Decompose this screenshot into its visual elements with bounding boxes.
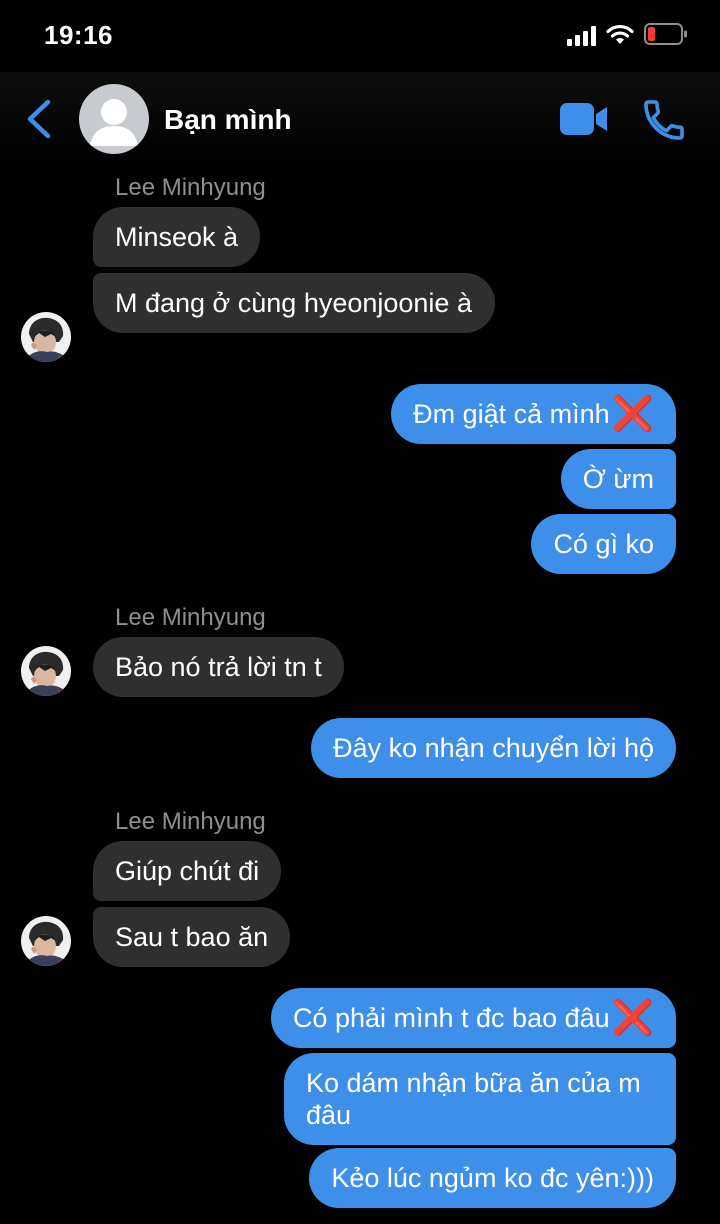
contact-avatar[interactable] [79, 84, 149, 154]
sender-name: Lee Minhyung [115, 604, 266, 631]
sender-avatar[interactable] [21, 916, 71, 966]
message-outgoing[interactable]: Ờ ừm [560, 449, 676, 509]
message-incoming[interactable]: Giúp chút đi [93, 841, 282, 901]
message-text: Đm giật cả mình [413, 399, 610, 429]
message-outgoing[interactable]: Có phải mình t đc bao đâu❌ [270, 988, 676, 1048]
status-bar: 19:16 [0, 0, 720, 72]
sender-avatar-photo [25, 317, 69, 362]
sender-name: Lee Minhyung [115, 174, 266, 201]
message-incoming[interactable]: Sau t bao ăn [93, 907, 291, 967]
default-person-icon [90, 99, 138, 146]
message-incoming[interactable]: M đang ở cùng hyeonjoonie à [93, 273, 495, 333]
message-outgoing[interactable]: Đm giật cả mình❌ [391, 384, 676, 444]
cellular-signal-icon [567, 26, 596, 46]
sender-avatar-photo [25, 921, 69, 966]
video-call-icon[interactable] [558, 100, 610, 140]
sender-avatar[interactable] [21, 646, 71, 696]
back-chevron-icon[interactable] [24, 99, 54, 139]
status-time: 19:16 [44, 20, 113, 50]
contact-name[interactable]: Bạn mình [164, 104, 292, 136]
message-outgoing[interactable]: Ko dám nhận bữa ăn của m đâu [284, 1053, 676, 1145]
message-outgoing[interactable]: Kẻo lúc ngủm ko đc yên:))) [309, 1148, 676, 1208]
sender-name: Lee Minhyung [115, 808, 266, 835]
cross-mark-emoji: ❌ [611, 395, 654, 433]
battery-icon [644, 23, 687, 45]
wifi-icon [606, 24, 634, 44]
message-incoming[interactable]: Bảo nó trả lời tn t [93, 637, 344, 697]
cross-mark-emoji: ❌ [611, 999, 654, 1037]
chat-header: Bạn mình [0, 72, 720, 168]
message-text: Có phải mình t đc bao đâu [292, 1003, 610, 1033]
sender-avatar-photo [25, 651, 69, 696]
sender-avatar[interactable] [21, 312, 71, 362]
phone-call-icon[interactable] [640, 96, 688, 144]
message-outgoing[interactable]: Đây ko nhận chuyển lời hộ [311, 718, 676, 778]
message-incoming[interactable]: Minseok à [93, 207, 261, 267]
message-outgoing[interactable]: Có gì ko [531, 514, 676, 574]
